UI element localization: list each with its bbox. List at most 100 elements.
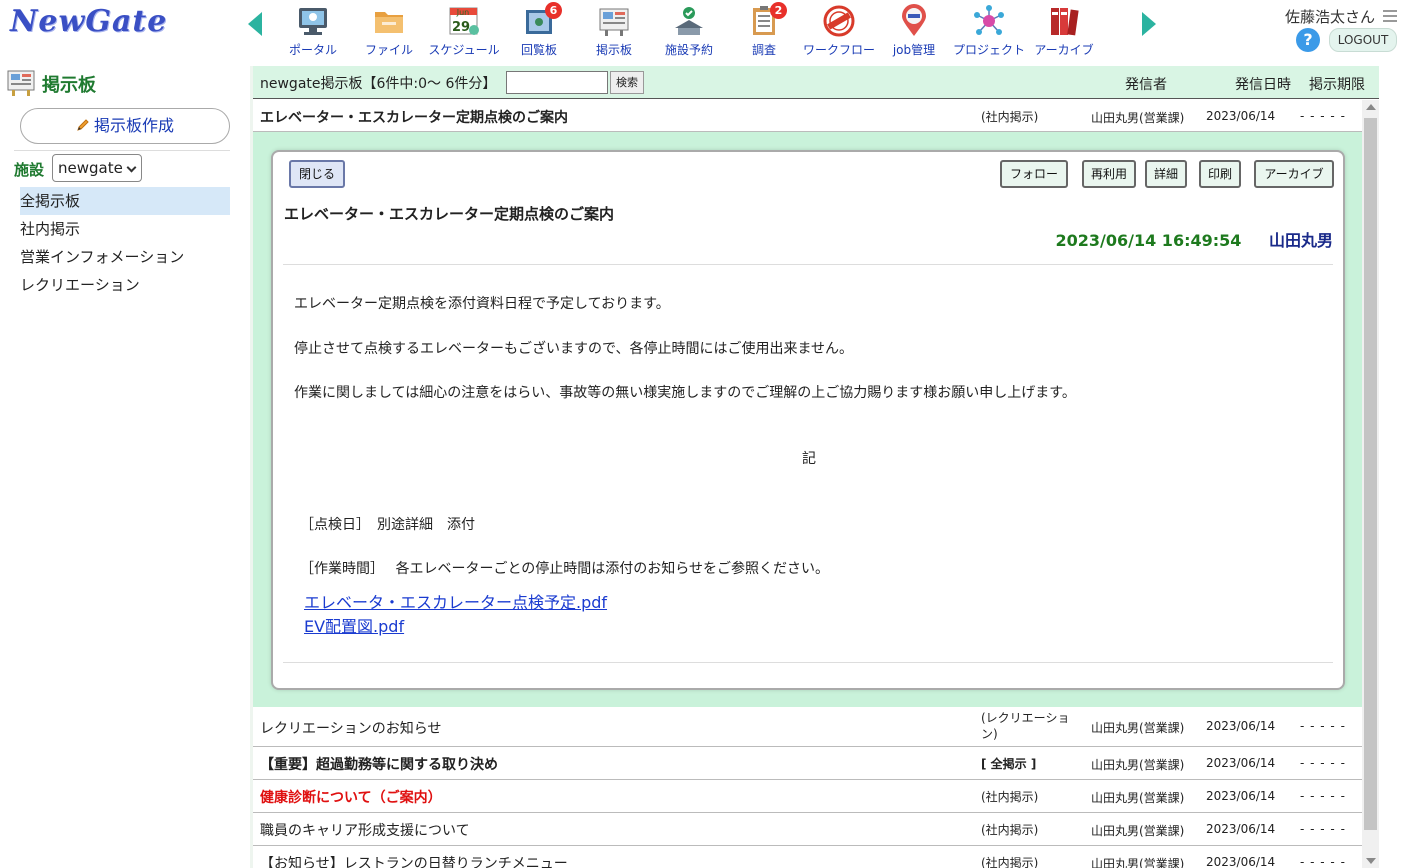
nav-survey[interactable]: 2 調査 [724,2,804,58]
column-header-date[interactable]: 発信日時 [1235,74,1291,94]
vertical-scrollbar[interactable] [1362,100,1379,868]
user-name[interactable]: 佐藤浩太さん [1285,6,1375,27]
bulletin-list[interactable]: エレベーター・エスカレーター定期点検のご案内 (社内掲示) 山田丸男(営業課) … [253,100,1379,868]
approved-stamp-icon [822,4,856,38]
facility-label: 施設 [14,161,45,179]
post-header-divider [283,264,1333,265]
row-category: (社内掲示) [981,790,1039,804]
category-item-sales-info[interactable]: 営業インフォメーション [20,243,230,271]
nav-file[interactable]: ファイル [349,4,429,58]
nav-portal-label: ポータル [288,43,337,57]
nav-bulletin-label: 掲示板 [595,43,632,57]
row-title[interactable]: 健康診断について（ご案内） [260,787,442,807]
detail-button[interactable]: 詳細 [1145,160,1187,188]
nav-circular[interactable]: 6 回覧板 [499,2,579,58]
print-button[interactable]: 印刷 [1199,160,1241,188]
nav-facility[interactable]: 施設予約 [649,4,729,58]
nav-archive[interactable]: アーカイブ [1024,4,1104,58]
row-sender: 山田丸男(営業課) [1091,824,1185,838]
sidebar-divider [14,150,230,151]
row-title[interactable]: 【お知らせ】レストランの日替りランチメニュー [260,853,568,868]
pencil-icon [77,119,89,131]
close-button[interactable]: 閉じる [289,160,345,188]
row-date: 2023/06/14 [1206,822,1276,836]
row-sender: 山田丸男(営業課) [1091,111,1185,125]
post-footer-divider [283,662,1333,663]
help-icon[interactable]: ? [1296,28,1320,52]
table-row[interactable]: 健康診断について（ご案内） (社内掲示) 山田丸男(営業課) 2023/06/1… [253,780,1362,813]
row-category: (社内掲示) [981,110,1039,124]
search-button[interactable]: 検索 [610,71,644,94]
post-paragraph-1: エレベーター定期点検を添付資料日程で予定しております。 [294,296,670,312]
nav-portal[interactable]: ポータル [273,4,353,58]
row-date: 2023/06/14 [1206,855,1276,868]
calendar-icon: Jun 29 [447,4,481,38]
chevron-down-icon [126,162,137,173]
survey-badge: 2 [770,2,787,19]
column-header-sender[interactable]: 発信者 [1125,74,1167,94]
scroll-up-icon[interactable] [1366,104,1376,110]
nav-project[interactable]: プロジェクト [949,4,1029,58]
category-item-internal[interactable]: 社内掲示 [20,215,230,243]
attachment-link[interactable]: EV配置図.pdf [304,613,404,637]
post-author[interactable]: 山田丸男 [1269,231,1333,250]
nav-facility-label: 施設予約 [664,43,713,57]
nav-workflow[interactable]: ワークフロー [799,4,879,58]
nav-job[interactable]: job管理 [874,4,954,58]
facility-icon [672,4,706,38]
post-work-time: ［作業時間］ 各エレベーターごとの停止時間は添付のお知らせをご参照ください。 [300,561,830,577]
archive-button[interactable]: アーカイブ [1254,160,1334,188]
create-bulletin-button[interactable]: 掲示板作成 [20,108,230,144]
column-header-expiry[interactable]: 掲示期限 [1309,74,1365,94]
logout-button[interactable]: LOGOUT [1329,28,1397,52]
row-sender: 山田丸男(営業課) [1091,758,1185,772]
row-title[interactable]: レクリエーションのお知らせ [260,718,441,738]
search-input[interactable] [506,71,608,94]
row-expiry: - - - - - [1300,109,1346,123]
job-pin-icon [897,4,931,38]
facility-select-value: newgate [58,159,123,177]
table-row[interactable]: 【お知らせ】レストランの日替りランチメニュー (社内掲示) 山田丸男(営業課) … [253,846,1362,868]
post-datetime: 2023/06/14 16:49:54 [1055,231,1242,250]
nav-schedule[interactable]: Jun 29 スケジュール [424,4,504,58]
row-sender: 山田丸男(営業課) [1091,791,1185,805]
sidebar: 掲示板 掲示板作成 施設 newgate 全掲示板 社内掲示 営業インフォメーシ… [0,66,240,868]
row-date: 2023/06/14 [1206,756,1276,770]
category-item-recreation[interactable]: レクリエーション [20,271,230,299]
nav-next-arrow-icon[interactable] [1142,12,1156,36]
table-row[interactable]: 【重要】超過勤務等に関する取り決め [ 全掲示 ] 山田丸男(営業課) 2023… [253,747,1362,780]
sidebar-title-text: 掲示板 [42,75,96,96]
user-menu-icon[interactable] [1383,10,1397,22]
row-title[interactable]: 職員のキャリア形成支援について [260,820,470,840]
nav-schedule-label: スケジュール [428,43,500,57]
facility-select[interactable]: newgate [52,154,142,182]
bulletin-icon [597,4,631,38]
scrollbar-thumb[interactable] [1364,118,1377,830]
category-item-all[interactable]: 全掲示板 [20,187,230,215]
post-paragraph-3: 作業に関しましては細心の注意をはらい、事故等の無い様実施しますのでご理解の上ご協… [294,385,1076,401]
row-expiry: - - - - - [1300,822,1346,836]
table-row[interactable]: レクリエーションのお知らせ (レクリエーション) 山田丸男(営業課) 2023/… [253,707,1362,747]
create-bulletin-label: 掲示板作成 [93,116,174,135]
project-network-icon [972,4,1006,38]
scroll-down-icon[interactable] [1366,858,1376,864]
nav-archive-label: アーカイブ [1034,43,1094,57]
table-row[interactable]: 職員のキャリア形成支援について (社内掲示) 山田丸男(営業課) 2023/06… [253,813,1362,846]
newgate-logo[interactable]: NewGate [10,4,167,39]
nav-bulletin[interactable]: 掲示板 [574,4,654,58]
nav-survey-label: 調査 [751,43,776,57]
reuse-button[interactable]: 再利用 [1082,160,1136,188]
follow-button[interactable]: フォロー [1000,160,1068,188]
post-meta: 2023/06/14 16:49:54 山田丸男 [1055,227,1333,251]
table-row-open[interactable]: エレベーター・エスカレーター定期点検のご案内 (社内掲示) 山田丸男(営業課) … [253,100,1362,132]
row-title[interactable]: 【重要】超過勤務等に関する取り決め [260,754,498,774]
survey-icon: 2 [747,2,787,38]
row-title[interactable]: エレベーター・エスカレーター定期点検のご案内 [260,107,568,127]
calendar-day: 29 [452,20,470,35]
nav-prev-arrow-icon[interactable] [248,12,262,36]
attachment-link[interactable]: エレベータ・エスカレーター点検予定.pdf [304,589,607,613]
row-expiry: - - - - - [1300,789,1346,803]
calendar-month: Jun [456,8,470,17]
circular-badge: 6 [545,2,562,19]
row-expiry: - - - - - [1300,719,1346,733]
